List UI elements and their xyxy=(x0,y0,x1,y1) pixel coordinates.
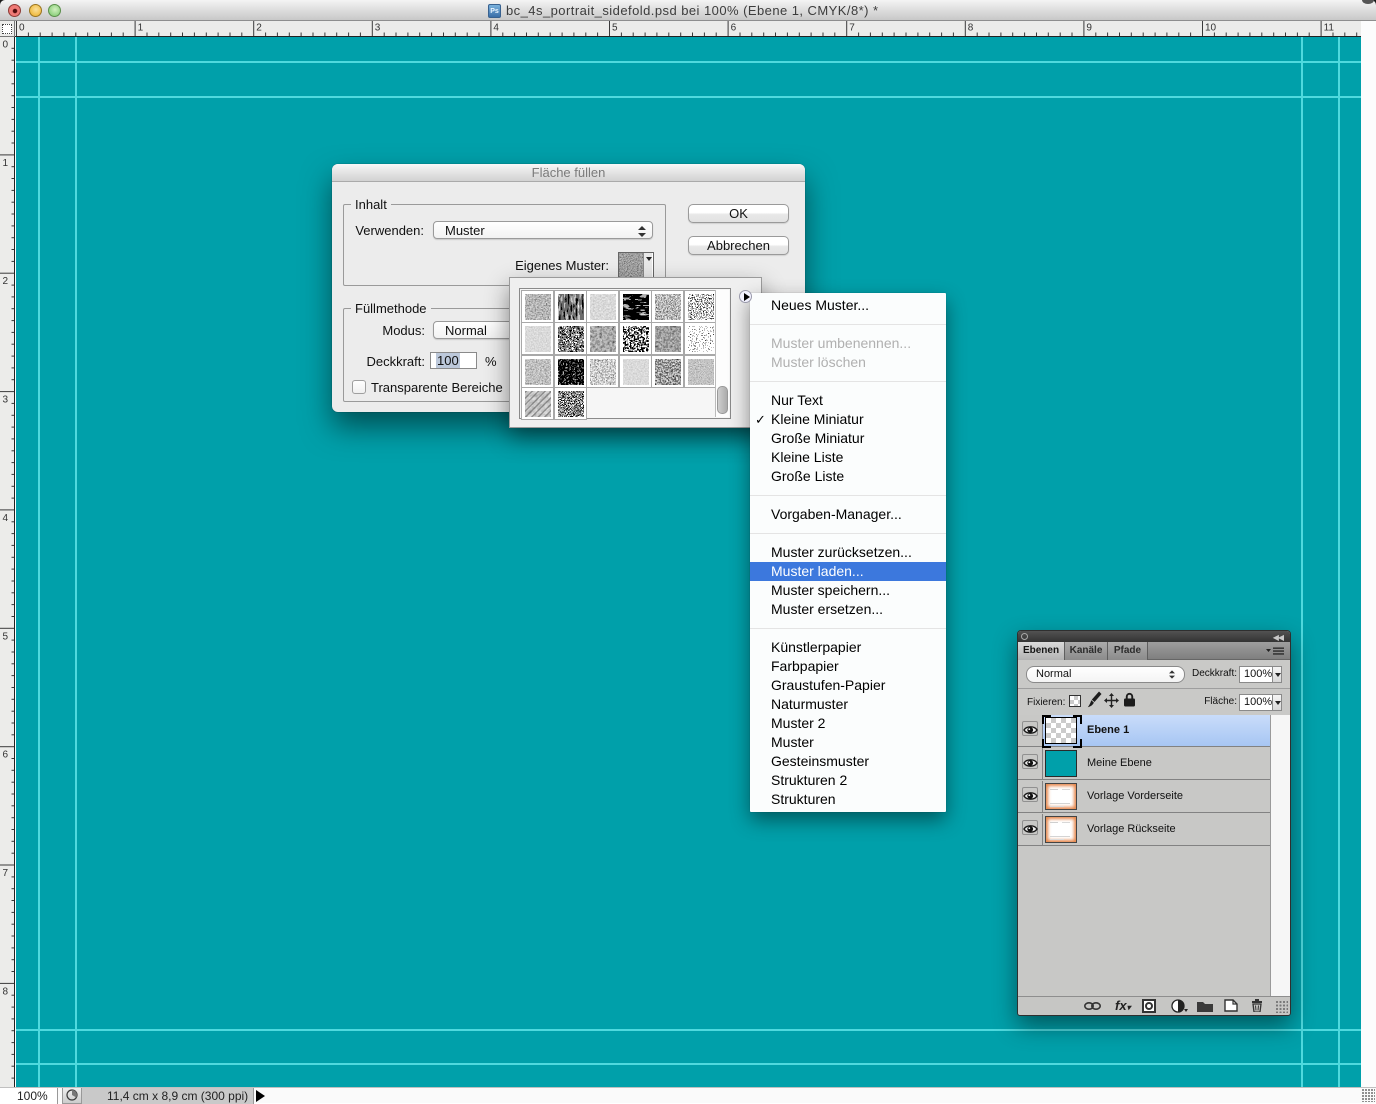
svg-text:4: 4 xyxy=(3,513,9,524)
svg-text:3: 3 xyxy=(375,23,381,34)
svg-text:10: 10 xyxy=(1205,23,1217,34)
svg-text:1: 1 xyxy=(3,158,9,169)
svg-text:1: 1 xyxy=(138,23,144,34)
svg-text:0: 0 xyxy=(19,23,25,34)
svg-text:7: 7 xyxy=(849,23,855,34)
svg-text:6: 6 xyxy=(3,750,9,761)
svg-text:5: 5 xyxy=(612,23,618,34)
svg-text:8: 8 xyxy=(3,986,9,997)
svg-text:2: 2 xyxy=(3,276,9,287)
svg-text:11: 11 xyxy=(1324,23,1335,34)
svg-text:6: 6 xyxy=(731,23,737,34)
svg-text:0: 0 xyxy=(3,40,9,51)
svg-text:9: 9 xyxy=(1086,23,1092,34)
svg-text:7: 7 xyxy=(3,868,9,879)
svg-text:3: 3 xyxy=(3,395,9,406)
svg-text:2: 2 xyxy=(256,23,262,34)
svg-text:5: 5 xyxy=(3,631,9,642)
svg-text:4: 4 xyxy=(493,23,499,34)
svg-text:8: 8 xyxy=(968,23,974,34)
